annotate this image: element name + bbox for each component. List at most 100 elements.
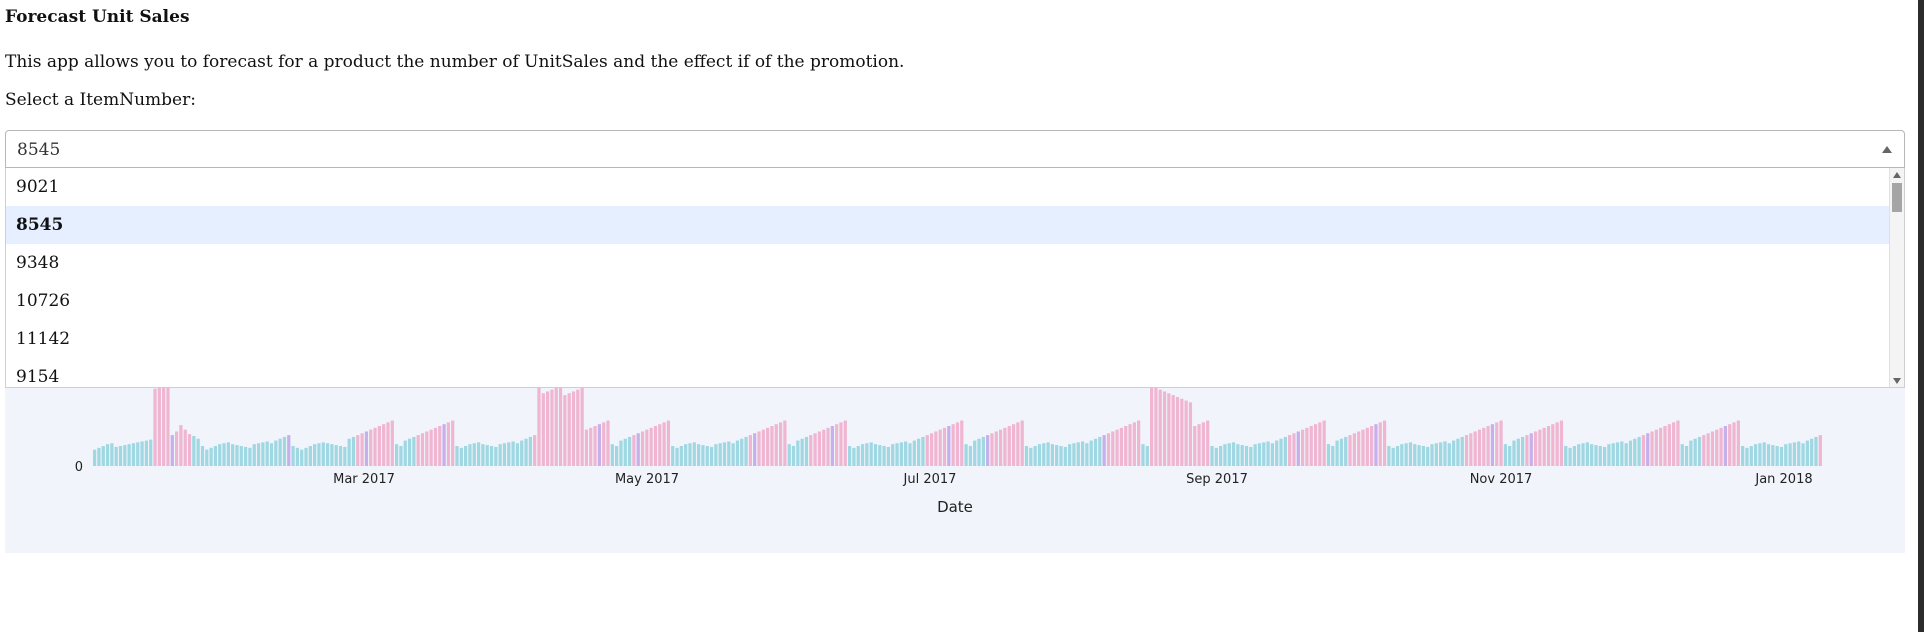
- dropdown-scrollbar[interactable]: [1889, 168, 1904, 387]
- bar: [511, 441, 515, 466]
- bar: [942, 427, 947, 466]
- bar: [800, 438, 804, 466]
- bar: [1779, 446, 1784, 466]
- bar: [990, 433, 994, 466]
- itemnumber-dropdown-menu: 9021 8545 9348 10726 11142 9154: [5, 168, 1905, 388]
- bar: [899, 442, 903, 466]
- bar: [442, 424, 446, 466]
- bar: [1663, 426, 1667, 466]
- bar: [753, 433, 757, 466]
- bar: [183, 429, 187, 466]
- bar: [627, 436, 632, 466]
- dropdown-option[interactable]: 9348: [6, 244, 1904, 282]
- bar: [1745, 447, 1749, 466]
- bar: [1145, 446, 1149, 466]
- bar: [343, 446, 347, 466]
- bar: [1594, 445, 1598, 466]
- bar: [722, 442, 727, 466]
- bar: [149, 439, 153, 466]
- bar: [640, 431, 645, 466]
- bar: [1697, 436, 1702, 466]
- bar: [809, 435, 813, 466]
- bar: [873, 444, 878, 466]
- bar: [187, 434, 192, 466]
- bar: [218, 444, 222, 466]
- window-edge: [1918, 0, 1924, 632]
- bar: [567, 393, 571, 466]
- itemnumber-select[interactable]: 8545: [5, 130, 1905, 168]
- bar: [416, 435, 420, 466]
- bar: [481, 444, 485, 466]
- bar: [485, 445, 489, 466]
- scroll-thumb[interactable]: [1892, 183, 1902, 212]
- bar: [1654, 429, 1658, 466]
- bar: [1296, 431, 1300, 466]
- bar: [804, 436, 809, 466]
- bar: [347, 438, 351, 466]
- bar: [964, 444, 968, 466]
- bar: [1512, 440, 1516, 466]
- bar: [1689, 440, 1693, 466]
- bar: [947, 426, 951, 466]
- bar: [973, 440, 977, 466]
- bar: [951, 424, 955, 466]
- dropdown-option[interactable]: 10726: [6, 282, 1904, 320]
- bar: [1214, 447, 1218, 466]
- bar: [1818, 435, 1822, 466]
- bar: [235, 445, 239, 466]
- dropdown-option[interactable]: 9021: [6, 168, 1904, 206]
- bar: [718, 443, 722, 466]
- bar: [213, 446, 218, 466]
- caret-up-icon[interactable]: [1882, 146, 1892, 153]
- bar: [118, 446, 123, 466]
- bar: [1801, 443, 1805, 466]
- bar: [1404, 443, 1408, 466]
- bar: [1188, 402, 1193, 466]
- bar: [317, 443, 321, 466]
- bar: [1641, 435, 1646, 466]
- bar: [459, 447, 463, 466]
- bar: [1326, 444, 1331, 466]
- bar: [1495, 422, 1499, 466]
- bar: [105, 444, 110, 466]
- bar: [1564, 446, 1568, 466]
- bar: [1753, 444, 1758, 466]
- bar: [1693, 438, 1697, 466]
- bar: [998, 429, 1003, 466]
- bar: [1408, 442, 1413, 466]
- bar: [589, 427, 593, 466]
- bar: [938, 429, 942, 466]
- bar: [1676, 420, 1680, 466]
- bar: [360, 433, 364, 466]
- dropdown-option[interactable]: 9154: [6, 358, 1904, 387]
- scroll-down-icon[interactable]: [1893, 378, 1901, 384]
- bar: [934, 431, 938, 466]
- bar: [1426, 446, 1430, 466]
- bar: [835, 424, 839, 466]
- bar: [304, 447, 308, 466]
- bar: [1158, 389, 1162, 466]
- select-label: Select a ItemNumber:: [5, 90, 196, 110]
- bar: [476, 442, 481, 466]
- bar: [1201, 422, 1205, 466]
- bar: [1093, 438, 1098, 466]
- bar: [597, 424, 601, 466]
- bar: [1283, 436, 1287, 466]
- bar: [507, 442, 511, 466]
- dropdown-option[interactable]: 11142: [6, 320, 1904, 358]
- bar: [783, 420, 787, 466]
- dropdown-option-selected[interactable]: 8545: [6, 206, 1904, 244]
- bar: [1055, 445, 1059, 466]
- scroll-up-icon[interactable]: [1893, 172, 1901, 178]
- bar: [977, 438, 981, 466]
- bar: [761, 429, 765, 466]
- bar: [1279, 438, 1283, 466]
- bar: [1111, 431, 1115, 466]
- bar: [602, 422, 606, 466]
- bar: [1706, 433, 1710, 466]
- bar: [1068, 444, 1072, 466]
- bar: [300, 449, 304, 466]
- bar: [1102, 435, 1106, 466]
- bar: [929, 433, 934, 466]
- bar: [1335, 440, 1339, 466]
